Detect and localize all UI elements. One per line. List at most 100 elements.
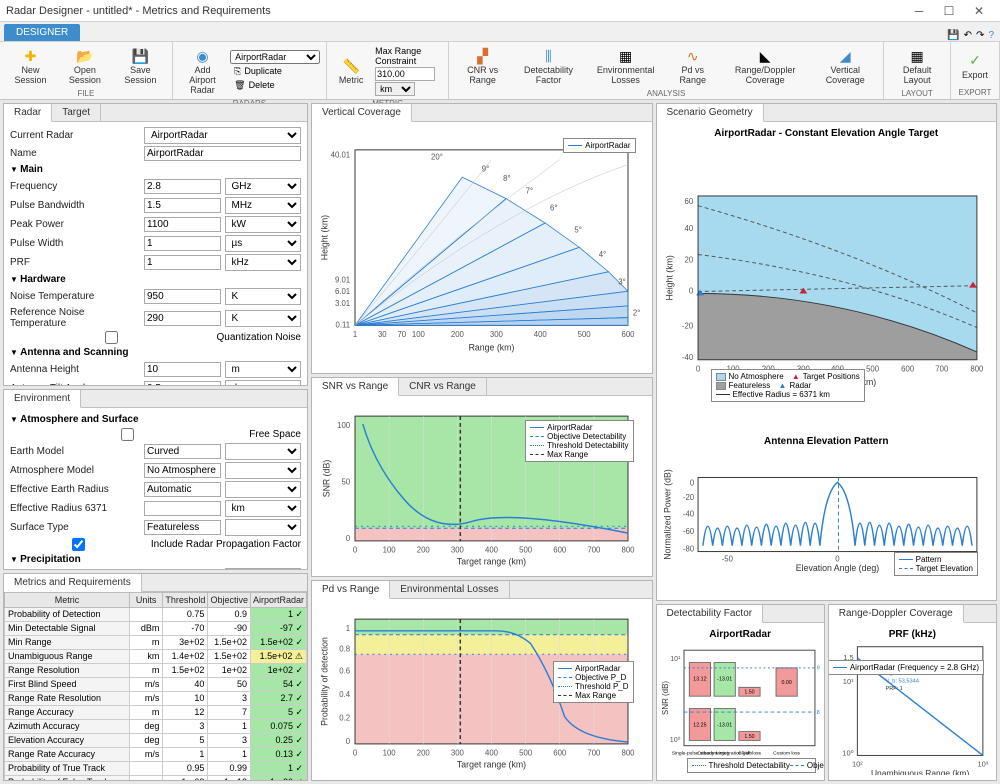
unit-select[interactable]: MHz bbox=[225, 197, 302, 214]
constraint-input[interactable] bbox=[375, 67, 435, 81]
tab-scenario[interactable]: Scenario Geometry bbox=[657, 104, 764, 122]
unit-select[interactable]: µs bbox=[225, 235, 302, 252]
quantization-noise-checkbox[interactable] bbox=[10, 331, 213, 344]
unit-select[interactable]: deg bbox=[225, 380, 302, 385]
redo-icon[interactable]: ↷ bbox=[976, 30, 984, 41]
env-losses-button[interactable]: ▦Environmental Losses bbox=[587, 44, 665, 88]
section-antenna[interactable]: Antenna and Scanning bbox=[8, 345, 303, 360]
tab-envlosses[interactable]: Environmental Losses bbox=[390, 581, 509, 598]
tab-metrics[interactable]: Metrics and Requirements bbox=[4, 574, 142, 592]
table-row[interactable]: Min Detectable SignaldBm-70-90-97 ✓ bbox=[5, 621, 307, 635]
curve-icon: ∿ bbox=[683, 46, 703, 66]
svg-text:9°: 9° bbox=[482, 164, 489, 173]
prop-input[interactable] bbox=[144, 255, 221, 270]
tab-snr[interactable]: SNR vs Range bbox=[312, 378, 399, 396]
tab-cnr[interactable]: CNR vs Range bbox=[399, 378, 487, 395]
tab-vertical-coverage[interactable]: Vertical Coverage bbox=[312, 104, 412, 122]
prop-input[interactable] bbox=[144, 520, 221, 535]
prop-input[interactable] bbox=[144, 236, 221, 251]
save-session-button[interactable]: 💾Save Session bbox=[115, 44, 166, 88]
range-doppler-button[interactable]: ◣Range/Doppler Coverage bbox=[721, 44, 809, 88]
unit-select[interactable] bbox=[225, 462, 302, 479]
table-row[interactable]: Min Rangem3e+021.5e+021.5e+02 ✓ bbox=[5, 635, 307, 649]
vert-coverage-button[interactable]: ◢Vertical Coverage bbox=[813, 44, 877, 88]
prop-input[interactable] bbox=[144, 444, 221, 459]
svg-text:12.25: 12.25 bbox=[693, 722, 706, 728]
table-row[interactable]: Range Accuracym1275 ✓ bbox=[5, 705, 307, 719]
prop-input[interactable] bbox=[144, 179, 221, 194]
undo-icon[interactable]: ↶ bbox=[964, 30, 972, 41]
svg-text:SNR (dB): SNR (dB) bbox=[322, 459, 332, 497]
unit-select[interactable]: kHz bbox=[225, 254, 302, 271]
table-row[interactable]: First Blind Speedm/s405054 ✓ bbox=[5, 677, 307, 691]
default-layout-button[interactable]: ▦Default Layout bbox=[890, 44, 944, 88]
help-icon[interactable]: ? bbox=[988, 30, 994, 41]
pd-range-button[interactable]: ∿Pd vs Range bbox=[668, 44, 717, 88]
unit-select[interactable]: kW bbox=[225, 216, 302, 233]
current-radar-select[interactable]: AirportRadar bbox=[144, 127, 301, 144]
prop-input[interactable] bbox=[144, 463, 221, 478]
unit-select[interactable]: m bbox=[225, 361, 302, 378]
minimize-button[interactable]: ─ bbox=[904, 0, 934, 22]
detect-factor-button[interactable]: ⫼Detectability Factor bbox=[514, 44, 583, 88]
table-row[interactable]: Range Resolutionm1.5e+021e+021e+02 ✓ bbox=[5, 663, 307, 677]
table-row[interactable]: Range Rate Resolutionm/s1032.7 ✓ bbox=[5, 691, 307, 705]
save-icon[interactable]: 💾 bbox=[947, 30, 959, 41]
table-row[interactable]: Unambiguous Rangekm1.4e+021.5e+021.5e+02… bbox=[5, 649, 307, 663]
open-session-button[interactable]: 📂Open Session bbox=[59, 44, 111, 88]
prop-input[interactable] bbox=[144, 501, 221, 516]
disk-icon: 💾 bbox=[130, 46, 150, 66]
prop-input[interactable] bbox=[144, 482, 221, 497]
close-button[interactable]: ✕ bbox=[964, 0, 994, 22]
section-atmosphere[interactable]: Atmosphere and Surface bbox=[8, 412, 303, 427]
table-row[interactable]: Probability of True Track0.950.991 ✓ bbox=[5, 761, 307, 775]
tab-pd[interactable]: Pd vs Range bbox=[312, 581, 390, 599]
table-row[interactable]: Range Rate Accuracym/s110.13 ✓ bbox=[5, 747, 307, 761]
svg-text:Normalized Power (dB): Normalized Power (dB) bbox=[662, 469, 672, 560]
prop-input[interactable] bbox=[144, 311, 221, 326]
svg-text:10³: 10³ bbox=[977, 760, 988, 769]
unit-select[interactable]: K bbox=[225, 288, 302, 305]
prop-input[interactable] bbox=[144, 381, 221, 385]
unit-select[interactable]: km bbox=[225, 500, 302, 517]
maximize-button[interactable]: ☐ bbox=[934, 0, 964, 22]
unit-select[interactable]: K bbox=[225, 310, 302, 327]
section-precip[interactable]: Precipitation bbox=[8, 552, 303, 567]
tab-designer[interactable]: DESIGNER bbox=[4, 24, 80, 41]
section-main[interactable]: Main bbox=[8, 162, 303, 177]
table-row[interactable]: Azimuth Accuracydeg310.075 ✓ bbox=[5, 719, 307, 733]
table-row[interactable]: Elevation Accuracydeg530.25 ✓ bbox=[5, 733, 307, 747]
metric-button[interactable]: 📏Metric bbox=[333, 44, 369, 98]
delete-button[interactable]: 🗑Delete bbox=[230, 79, 320, 92]
add-radar-button[interactable]: ◉Add Airport Radar bbox=[179, 44, 226, 98]
prop-input[interactable] bbox=[144, 289, 221, 304]
free-space-checkbox[interactable] bbox=[10, 428, 245, 441]
cnr-button[interactable]: ▞CNR vs Range bbox=[455, 44, 510, 88]
prop-input[interactable] bbox=[144, 198, 221, 213]
tab-target[interactable]: Target bbox=[52, 104, 101, 121]
export-button[interactable]: ✓Export bbox=[957, 44, 993, 87]
tab-rdc[interactable]: Range-Doppler Coverage bbox=[829, 605, 964, 623]
tab-detect-factor[interactable]: Detectability Factor bbox=[657, 605, 764, 623]
unit-select[interactable] bbox=[225, 481, 302, 498]
unit-select[interactable] bbox=[225, 443, 302, 460]
section-hardware[interactable]: Hardware bbox=[8, 272, 303, 287]
prop-input[interactable] bbox=[144, 217, 221, 232]
table-row[interactable]: Probability of Detection0.750.91 ✓ bbox=[5, 607, 307, 621]
prop-input[interactable] bbox=[144, 362, 221, 377]
duplicate-button[interactable]: ⎘Duplicate bbox=[230, 65, 320, 78]
unit-select[interactable] bbox=[225, 519, 302, 536]
radar-name-input[interactable] bbox=[144, 146, 301, 161]
radar-select[interactable]: AirportRadar bbox=[230, 50, 320, 64]
layout-icon: ▦ bbox=[907, 46, 927, 66]
svg-text:400: 400 bbox=[534, 330, 548, 339]
svg-text:10¹: 10¹ bbox=[670, 655, 681, 663]
include-propagation-checkbox[interactable] bbox=[10, 538, 147, 551]
unit-select[interactable]: GHz bbox=[225, 178, 302, 195]
svg-text:500: 500 bbox=[578, 330, 592, 339]
tab-environment[interactable]: Environment bbox=[4, 390, 81, 408]
tab-radar[interactable]: Radar bbox=[4, 104, 52, 122]
constraint-unit[interactable]: km bbox=[375, 82, 415, 96]
new-session-button[interactable]: ✚New Session bbox=[6, 44, 55, 88]
table-row[interactable]: Probability of False Track1e-081e-121e-3… bbox=[5, 775, 307, 780]
